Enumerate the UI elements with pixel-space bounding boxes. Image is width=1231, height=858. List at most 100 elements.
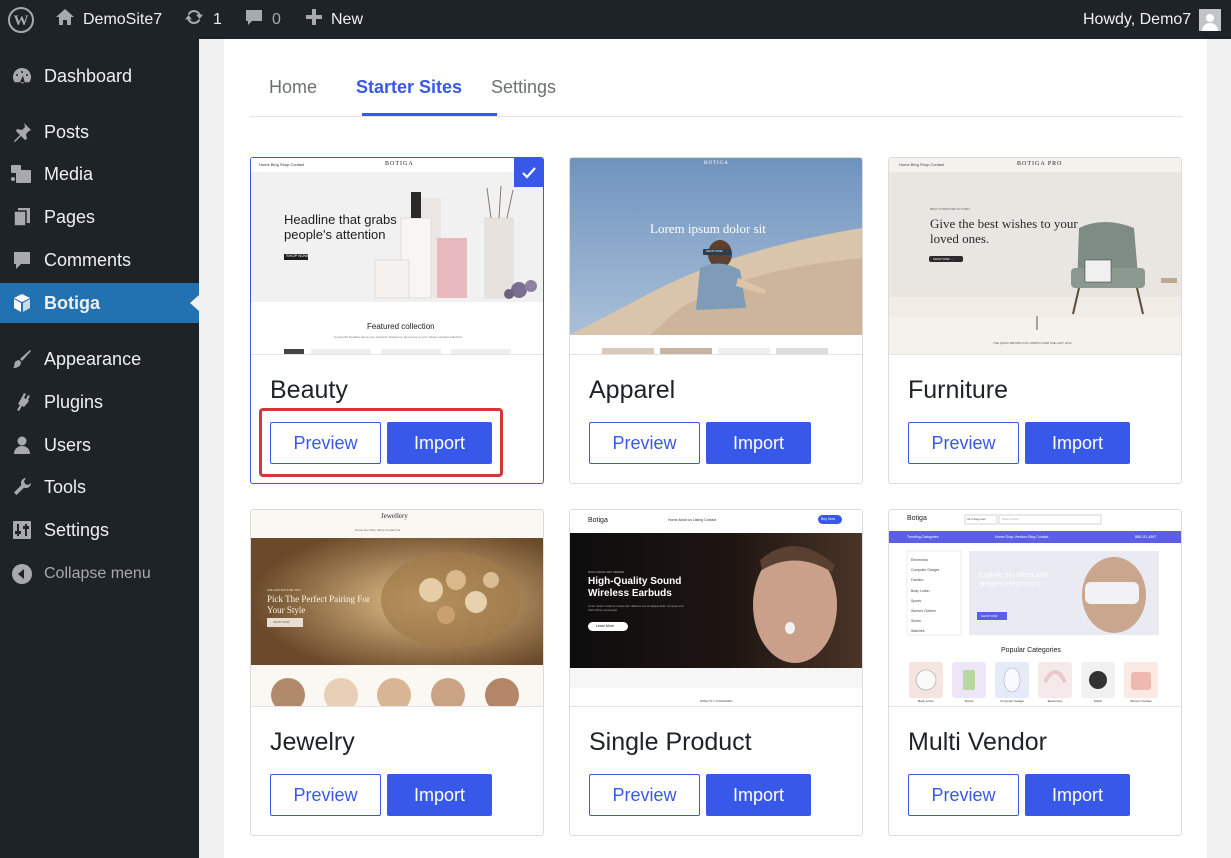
sidebar-item-dashboard[interactable]: Dashboard [0, 56, 199, 96]
greeting: Howdy, Demo7 [1083, 10, 1192, 28]
updates-count: 1 [213, 10, 222, 28]
sidebar-item-label: Dashboard [44, 65, 133, 86]
new-content-link[interactable]: New [305, 0, 363, 39]
wrench-icon [10, 475, 34, 499]
site-thumbnail[interactable]: Botiga All Categories Search store Trend… [889, 510, 1181, 707]
thumb-category-item: Shoes [911, 619, 921, 624]
sidebar-item-label: Settings [44, 519, 110, 540]
active-tab-indicator [362, 113, 497, 116]
thumb-caption: DIRECTLY ANSWERED [700, 699, 733, 703]
preview-button[interactable]: Preview [589, 422, 700, 464]
site-card-jewelry: Jewellery Home Our Story Shop Contact Us… [250, 509, 544, 836]
sidebar-item-botiga[interactable]: Botiga [0, 283, 199, 323]
thumb-category-item: Fashion [911, 578, 924, 583]
thumb-section-title: Featured collection [367, 322, 435, 331]
collapse-menu-button[interactable]: Collapse menu [0, 554, 199, 594]
site-thumbnail[interactable]: Home Blog Shop Contact BOTIGA PRO BEST F… [889, 158, 1181, 355]
site-title: Jewelry [270, 728, 355, 756]
admin-sidebar: Dashboard Posts Media Pages Comments Bot… [0, 39, 199, 858]
sidebar-item-comments[interactable]: Comments [0, 240, 199, 280]
site-name: DemoSite7 [83, 10, 163, 28]
selected-check-badge [514, 158, 543, 187]
sidebar-item-appearance[interactable]: Appearance [0, 339, 199, 379]
tab-home[interactable]: Home [269, 77, 317, 98]
thumb-category-label: Computer Gadget [1000, 699, 1024, 703]
collapse-arrow-icon [10, 562, 34, 586]
tab-settings[interactable]: Settings [491, 77, 556, 98]
thumb-category-select: All Categories [967, 517, 986, 521]
thumb-nav: Home About us Listing Contact [668, 518, 717, 522]
thumb-section-title: Popular Categories [1001, 647, 1061, 654]
tab-starter-sites[interactable]: Starter Sites [356, 77, 462, 98]
dashboard-icon [10, 64, 34, 88]
site-thumbnail[interactable]: Botiga Home About us Listing Contact Buy… [570, 510, 862, 707]
sidebar-item-posts[interactable]: Posts [0, 112, 199, 152]
thumb-button: SHOP NOW → [933, 257, 954, 261]
comment-bubble-icon [244, 7, 264, 32]
site-title: Beauty [270, 376, 348, 404]
plus-icon [305, 8, 323, 31]
thumb-category-label: Women Clothes [1130, 699, 1152, 703]
thumb-headline: Give the best wishes to your loved ones. [930, 216, 1078, 246]
site-card-multi-vendor: Botiga All Categories Search store Trend… [888, 509, 1182, 836]
thumb-button: SHOP NOW [286, 253, 309, 258]
thumb-brand: BOTIGA [385, 161, 414, 167]
preview-button[interactable]: Preview [908, 774, 1019, 816]
thumb-headline: Headline that grabs people's attention [284, 212, 397, 242]
sidebar-item-media[interactable]: Media [0, 154, 199, 194]
sidebar-item-tools[interactable]: Tools [0, 467, 199, 507]
thumb-nav: Home Blog Shop Contact [899, 162, 945, 167]
updates-link[interactable]: 1 [183, 0, 222, 39]
site-name-link[interactable]: DemoSite7 [55, 0, 162, 39]
preview-button[interactable]: Preview [589, 774, 700, 816]
thumb-category-item: Watches [911, 629, 925, 634]
import-button[interactable]: Import [387, 774, 492, 816]
thumb-category-label: Body Lotion [918, 699, 934, 703]
new-label: New [331, 10, 364, 28]
highlight-box [259, 408, 503, 477]
sidebar-item-label: Comments [44, 249, 132, 270]
updates-icon [183, 7, 205, 32]
collapse-menu-label: Collapse menu [44, 565, 151, 582]
sidebar-item-pages[interactable]: Pages [0, 197, 199, 237]
site-thumbnail[interactable]: Home Blog Shop Contact BOTIGA Headline t… [251, 158, 543, 355]
preview-button[interactable]: Preview [270, 774, 381, 816]
my-account-link[interactable]: Howdy, Demo7 [1083, 0, 1222, 39]
import-button[interactable]: Import [706, 774, 811, 816]
checkmark-icon [521, 166, 536, 179]
sidebar-item-label: Botiga [44, 292, 100, 313]
plug-icon [10, 390, 34, 414]
comments-link[interactable]: 0 [244, 0, 281, 39]
sidebar-item-settings[interactable]: Settings [0, 510, 199, 550]
thumb-eyebrow: EXCLUSIVE GIFT SERIES [588, 570, 625, 574]
thumb-button: SHOP NOW [706, 249, 723, 253]
preview-button[interactable]: Preview [908, 422, 1019, 464]
sidebar-item-label: Users [44, 434, 92, 455]
wordpress-logo-icon[interactable]: W [8, 0, 34, 39]
thumb-brand: Botiga [907, 515, 927, 522]
thumb-caption: THE QUICK BROWN FOX JUMPS OVER THE LAZY … [993, 341, 1072, 345]
site-thumbnail[interactable]: Jewellery Home Our Story Shop Contact Us… [251, 510, 543, 707]
sidebar-item-label: Posts [44, 121, 90, 142]
paintbrush-icon [10, 347, 34, 371]
cube-icon [10, 291, 34, 315]
thumb-headline: Explore our latest and greatest electron… [979, 572, 1048, 588]
sliders-icon [10, 518, 34, 542]
thumb-nav: Home Our Story Shop Contact Us [355, 528, 401, 532]
import-button[interactable]: Import [1025, 422, 1130, 464]
sidebar-item-plugins[interactable]: Plugins [0, 382, 199, 422]
thumb-category-item: Women Clothes [911, 609, 936, 614]
thumb-headline: Pick The Perfect Pairing For Your Style [267, 594, 370, 615]
user-icon [10, 433, 34, 457]
sidebar-item-label: Plugins [44, 391, 104, 412]
thumb-category-item: Electronics [911, 558, 929, 562]
thumb-category-item: Sports [911, 598, 922, 603]
thumb-section-subtitle: A powerful headline about your product's… [333, 335, 463, 339]
sidebar-item-users[interactable]: Users [0, 425, 199, 465]
thumb-button: Learn More [596, 624, 614, 628]
site-thumbnail[interactable]: BOTIGA Lorem ipsum dolor sit SHOP NOW [570, 158, 862, 355]
import-button[interactable]: Import [1025, 774, 1130, 816]
site-title: Apparel [589, 376, 676, 404]
import-button[interactable]: Import [706, 422, 811, 464]
thumb-trending: Trending Categories [907, 535, 939, 539]
